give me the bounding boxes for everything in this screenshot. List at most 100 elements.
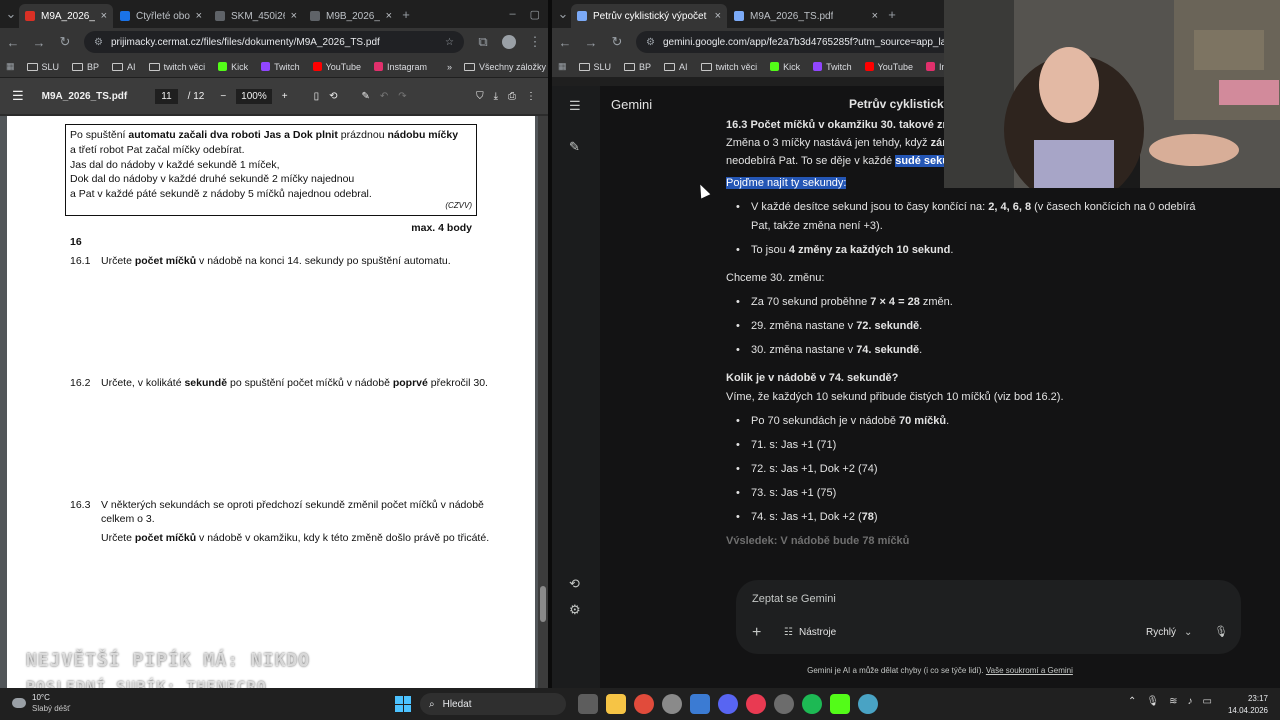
pdf-annotate-icon[interactable]: ✎: [362, 91, 370, 102]
pdf-menu-icon[interactable]: ☰: [12, 88, 24, 104]
pdf-scrollbar[interactable]: [538, 116, 548, 688]
tab-close-icon[interactable]: ×: [715, 10, 721, 22]
new-chat-icon[interactable]: ✎: [569, 139, 580, 155]
right-bookmark-5[interactable]: Twitch: [813, 62, 852, 72]
clock[interactable]: 23:17 14.04.2026: [1226, 693, 1268, 717]
globe-app-icon[interactable]: [858, 694, 878, 714]
discord-icon[interactable]: [718, 694, 738, 714]
settings-app-icon[interactable]: [662, 694, 682, 714]
pdf-print-icon[interactable]: ⎙: [508, 91, 516, 102]
pdf-undo-icon[interactable]: ↶: [380, 91, 388, 102]
task-view-icon[interactable]: [578, 694, 598, 714]
site-info-icon-right[interactable]: ⚙: [646, 37, 655, 48]
maximize-icon[interactable]: ▢: [530, 8, 540, 21]
spotify-icon[interactable]: [802, 694, 822, 714]
right-tab-0[interactable]: Petrův cyklistický výpočet trasy ×: [571, 4, 727, 28]
right-bookmark-0[interactable]: SLU: [578, 62, 611, 72]
left-tab-0[interactable]: M9A_2026_T ×: [19, 4, 113, 28]
start-button[interactable]: [395, 696, 411, 712]
tab-close-icon[interactable]: ×: [196, 10, 202, 22]
mic-tray-icon[interactable]: 🎙: [1146, 696, 1159, 707]
music-app-icon[interactable]: [746, 694, 766, 714]
left-address-bar[interactable]: ⚙ prijimacky.cermat.cz/files/files/dokum…: [84, 31, 464, 53]
menu-kebab-icon[interactable]: ⋮: [528, 34, 542, 50]
minimize-icon[interactable]: –: [509, 8, 515, 21]
left-bookmark-4[interactable]: Kick: [218, 62, 248, 72]
left-bookmark-2[interactable]: AI: [112, 62, 136, 72]
all-bookmarks-folder[interactable]: Všechny záložky: [464, 62, 546, 72]
forward-icon-right[interactable]: →: [584, 35, 598, 50]
apps-grid-icon[interactable]: ▦: [6, 61, 15, 72]
tab-close-icon[interactable]: ×: [101, 10, 107, 22]
forward-icon[interactable]: →: [32, 35, 46, 50]
right-bookmark-1[interactable]: BP: [624, 62, 651, 72]
weather-widget[interactable]: 10°C Slabý déšť: [12, 692, 70, 714]
volume-icon[interactable]: ♪: [1187, 696, 1192, 707]
stream-overlay: NEJVĚTŠÍ PIPÍK MÁ: NIKDO POSLEDNÍ SUBÍK:…: [26, 648, 310, 688]
pdf-download-icon[interactable]: ⤓: [494, 91, 498, 102]
prompt-input[interactable]: Zeptat se Gemini: [752, 593, 836, 605]
battery-icon[interactable]: ▭: [1202, 696, 1211, 707]
left-tab-2[interactable]: SKM_450i26 ×: [209, 4, 303, 28]
bookmark-star-icon[interactable]: ☆: [445, 37, 454, 48]
privacy-link[interactable]: Vaše soukromí a Gemini: [986, 666, 1073, 675]
right-bookmark-3[interactable]: twitch věci: [700, 61, 758, 72]
pdf-zoom-input[interactable]: 100%: [236, 88, 272, 104]
wifi-icon[interactable]: ≋: [1169, 696, 1177, 707]
left-bookmark-5[interactable]: Twitch: [261, 62, 300, 72]
chrome-icon[interactable]: [634, 694, 654, 714]
pdf-page-input[interactable]: 11: [155, 88, 178, 104]
pdf-viewport[interactable]: Po spuštění automatu začali dva roboti J…: [0, 116, 548, 688]
left-bookmark-1[interactable]: BP: [72, 62, 99, 72]
new-tab-icon[interactable]: +: [399, 7, 413, 22]
right-bookmark-6[interactable]: YouTube: [864, 62, 913, 72]
profile-avatar[interactable]: [502, 35, 516, 49]
new-tab-icon-right[interactable]: +: [885, 7, 899, 22]
add-files-icon[interactable]: +: [752, 624, 761, 642]
pdf-zoom-in-icon[interactable]: +: [282, 91, 288, 102]
gemini-brand[interactable]: Gemini: [611, 97, 652, 112]
reload-icon[interactable]: ↻: [58, 34, 72, 50]
gemini-menu-icon[interactable]: ☰: [569, 98, 581, 114]
left-tab-3[interactable]: M9B_2026_T ×: [304, 4, 398, 28]
left-tab-1[interactable]: Čtyřleté obo ×: [114, 4, 208, 28]
pdf-rotate-icon[interactable]: ⟲: [329, 91, 337, 102]
tab-close-icon[interactable]: ×: [386, 10, 392, 22]
site-info-icon[interactable]: ⚙: [94, 37, 103, 48]
tab-search-icon[interactable]: ⌄: [4, 6, 18, 22]
tab-close-icon[interactable]: ×: [291, 10, 297, 22]
apps-grid-icon-right[interactable]: ▦: [558, 61, 567, 72]
app-icon-generic[interactable]: [774, 694, 794, 714]
extensions-icon[interactable]: ⧉: [476, 34, 490, 50]
reload-icon-right[interactable]: ↻: [610, 34, 624, 50]
left-bookmark-6[interactable]: YouTube: [312, 62, 361, 72]
pdf-zoom-out-icon[interactable]: −: [220, 91, 226, 102]
pdf-more-icon[interactable]: ⋮: [526, 91, 536, 102]
settings-gear-icon[interactable]: ⚙: [569, 602, 581, 618]
tab-search-icon-right[interactable]: ⌄: [556, 6, 570, 22]
taskbar-search[interactable]: ⌕ Hledat: [420, 693, 566, 715]
tools-button[interactable]: ☷ Nástroje: [784, 627, 836, 638]
pdf-fit-page-icon[interactable]: ▯: [314, 91, 320, 102]
pdf-save-annot-icon[interactable]: ⛉: [476, 91, 484, 102]
tab-close-icon[interactable]: ×: [872, 10, 878, 22]
right-tab-1[interactable]: M9A_2026_TS.pdf ×: [728, 4, 884, 28]
bookmark-label: twitch věci: [715, 61, 758, 72]
mode-select[interactable]: Rychlý ⌄: [1146, 627, 1192, 638]
right-bookmark-2[interactable]: AI: [664, 62, 688, 72]
left-bookmark-0[interactable]: SLU: [26, 62, 59, 72]
pdf-scroll-thumb[interactable]: [540, 586, 546, 622]
photos-app-icon[interactable]: [690, 694, 710, 714]
file-explorer-icon[interactable]: [606, 694, 626, 714]
back-icon[interactable]: ←: [6, 35, 20, 50]
left-bookmark-7[interactable]: Instagram: [373, 62, 427, 72]
microphone-icon[interactable]: 🎙: [1214, 625, 1228, 638]
back-icon-right[interactable]: ←: [558, 35, 572, 50]
right-bookmark-4[interactable]: Kick: [770, 62, 800, 72]
pdf-redo-icon[interactable]: ↷: [398, 91, 406, 102]
bookmarks-more[interactable]: »: [447, 62, 452, 72]
history-icon[interactable]: ⟲: [569, 576, 580, 592]
tray-expand-icon[interactable]: ⌃: [1128, 696, 1136, 707]
left-bookmark-3[interactable]: twitch věci: [148, 62, 205, 72]
kick-icon[interactable]: [830, 694, 850, 714]
